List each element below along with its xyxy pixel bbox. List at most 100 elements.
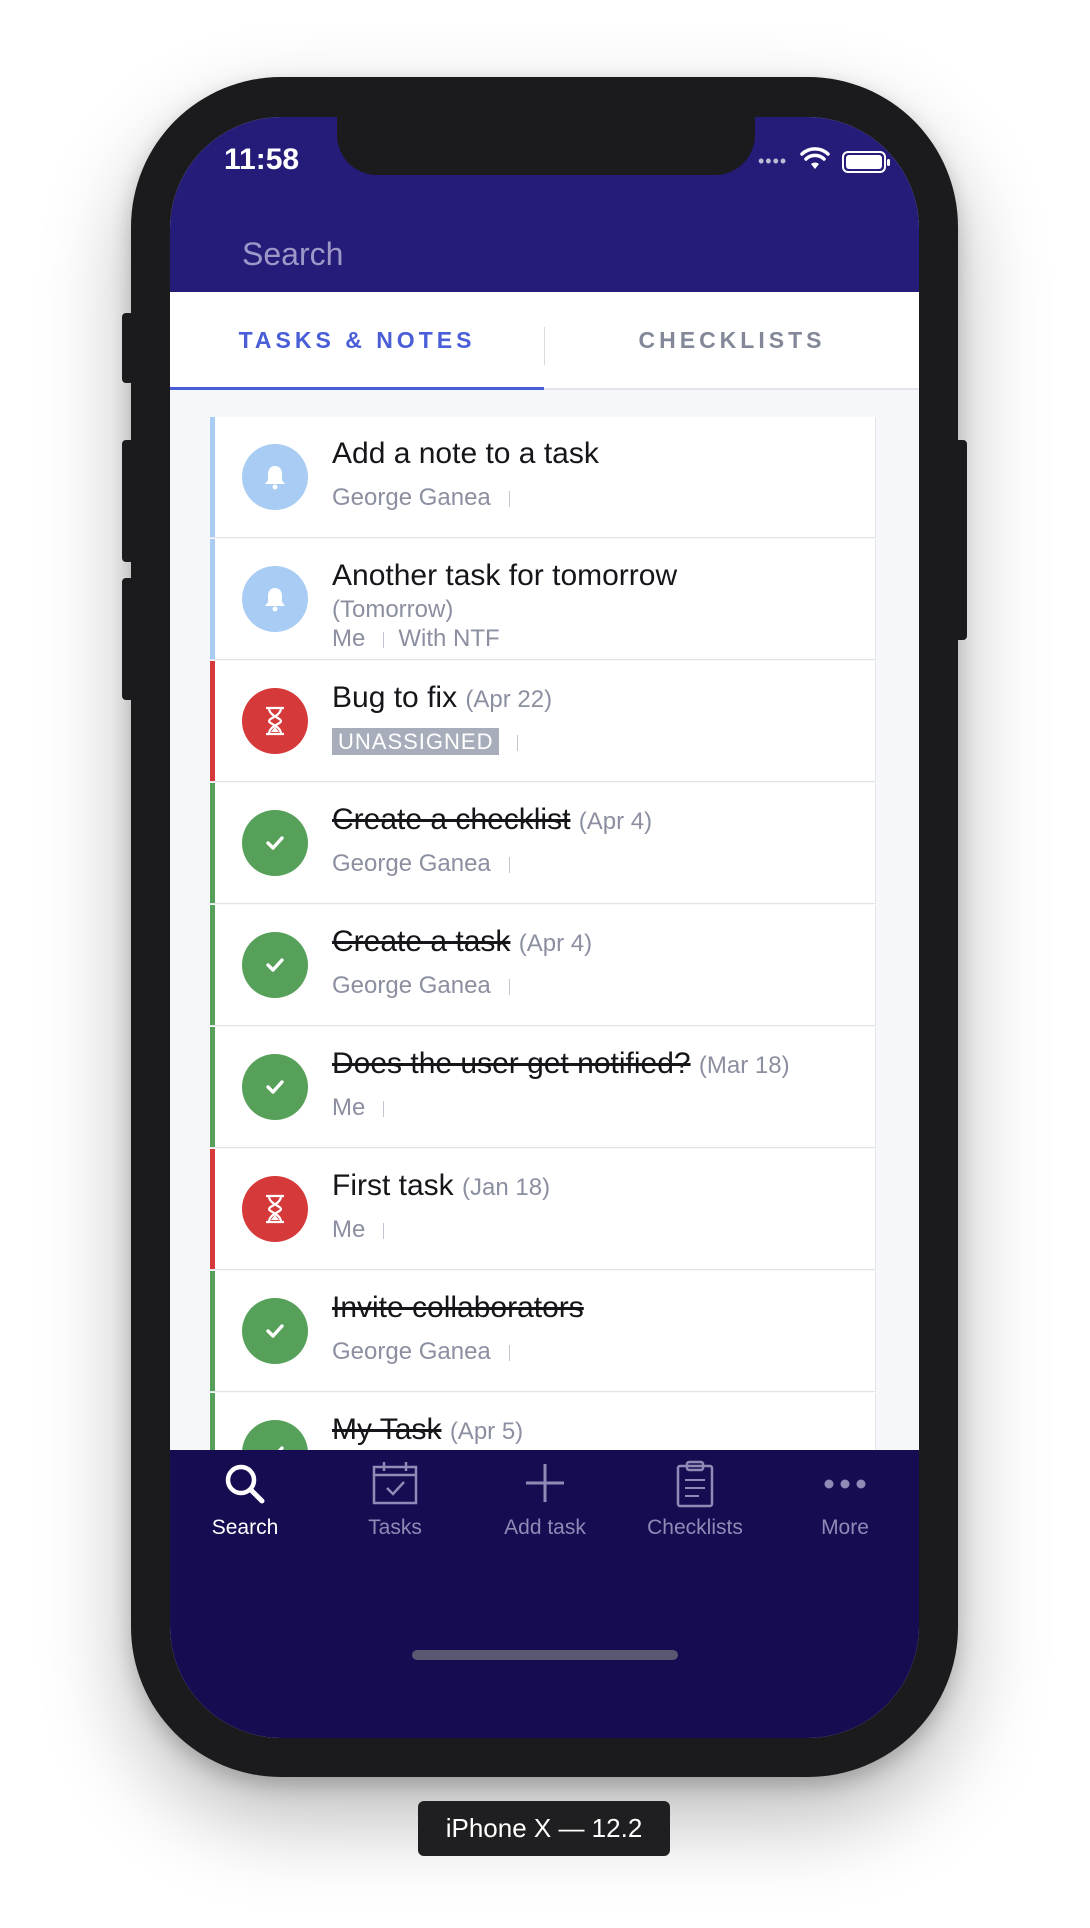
task-title: Create a checklist (Apr 4) bbox=[332, 803, 652, 837]
task-list: Add a note to a task George Ganea Another … bbox=[210, 417, 876, 1450]
task-row[interactable]: Add a note to a task George Ganea bbox=[210, 417, 876, 538]
meta-separator bbox=[508, 856, 510, 873]
nav-label: More bbox=[821, 1516, 869, 1539]
task-date: (Apr 4) bbox=[518, 930, 593, 957]
task-subtitle: (Tomorrow) bbox=[332, 596, 454, 623]
status-bar-indicator bbox=[210, 1027, 215, 1147]
task-title-text: Add a note to a task bbox=[332, 437, 599, 470]
task-row[interactable]: Invite collaborators George Ganea bbox=[210, 1271, 876, 1392]
task-date: (Jan 18) bbox=[462, 1174, 551, 1201]
nav-tasks[interactable]: Tasks bbox=[320, 1450, 470, 1560]
task-row[interactable]: Create a checklist (Apr 4) George Ganea bbox=[210, 783, 876, 904]
check-icon[interactable] bbox=[242, 1420, 308, 1450]
tab-tasks-notes[interactable]: TASKS & NOTES bbox=[170, 292, 544, 390]
nav-more[interactable]: More bbox=[770, 1450, 919, 1560]
task-row[interactable]: Create a task (Apr 4) George Ganea bbox=[210, 905, 876, 1026]
task-row[interactable]: My Task (Apr 5)George Ganea bbox=[210, 1393, 876, 1450]
search-input[interactable] bbox=[240, 229, 804, 279]
meta-separator bbox=[383, 631, 385, 648]
notch bbox=[337, 117, 755, 175]
task-title-text: My Task bbox=[332, 1413, 442, 1446]
phone-power-button bbox=[955, 440, 967, 640]
task-assignee: Me bbox=[332, 1216, 366, 1243]
nav-search[interactable]: Search bbox=[170, 1450, 320, 1560]
status-bar-indicator bbox=[210, 905, 215, 1025]
nav-label: Tasks bbox=[368, 1516, 422, 1539]
status-bar-indicator bbox=[210, 417, 215, 537]
home-indicator bbox=[412, 1650, 678, 1660]
status-bar-indicator bbox=[210, 1271, 215, 1391]
device-label: iPhone X — 12.2 bbox=[418, 1801, 670, 1856]
app-screen: 11:58 •••• TASKS & NOTES CHECKLISTS Add … bbox=[170, 117, 919, 1738]
task-title: Bug to fix (Apr 22) bbox=[332, 681, 552, 715]
battery-icon bbox=[842, 151, 890, 173]
clipboard-icon bbox=[675, 1460, 715, 1513]
task-title: Does the user get notified? (Mar 18) bbox=[332, 1047, 790, 1081]
task-title-text: Does the user get notified? bbox=[332, 1047, 691, 1080]
task-meta: Me With NTF bbox=[332, 625, 500, 653]
status-bar-indicator bbox=[210, 661, 215, 781]
task-assignee: George Ganea bbox=[332, 484, 491, 511]
nav-checklists[interactable]: Checklists bbox=[620, 1450, 770, 1560]
calendar-check-icon bbox=[370, 1460, 420, 1511]
task-note: With NTF bbox=[398, 625, 500, 652]
wifi-icon bbox=[800, 147, 830, 169]
task-row[interactable]: Does the user get notified? (Mar 18) Me bbox=[210, 1027, 876, 1148]
task-row[interactable]: Bug to fix (Apr 22) UNASSIGNED bbox=[210, 661, 876, 782]
meta-separator bbox=[508, 490, 510, 507]
nav-label: Search bbox=[211, 1516, 279, 1539]
status-bar-indicator bbox=[210, 1393, 215, 1450]
hourglass-icon[interactable] bbox=[242, 1176, 308, 1242]
meta-separator bbox=[508, 1344, 510, 1361]
signal-icon: •••• bbox=[758, 151, 788, 171]
search-icon bbox=[221, 1460, 269, 1513]
hourglass-icon[interactable] bbox=[242, 688, 308, 754]
check-icon[interactable] bbox=[242, 932, 308, 998]
status-bar-indicator bbox=[210, 783, 215, 903]
task-title-text: Another task for tomorrow bbox=[332, 559, 678, 592]
unassigned-badge: UNASSIGNED bbox=[332, 728, 500, 755]
task-date: (Mar 18) bbox=[698, 1052, 790, 1079]
nav-label: Add task bbox=[504, 1516, 586, 1539]
meta-separator bbox=[383, 1100, 385, 1117]
task-meta: Me bbox=[332, 1094, 398, 1122]
task-assignee: Me bbox=[332, 625, 366, 652]
plus-icon bbox=[522, 1460, 568, 1511]
status-time: 11:58 bbox=[224, 143, 300, 176]
task-title: First task (Jan 18) bbox=[332, 1169, 550, 1203]
bottom-nav: Search Tasks Add task Checklists More bbox=[170, 1450, 919, 1738]
check-icon[interactable] bbox=[242, 1298, 308, 1364]
meta-separator bbox=[517, 734, 519, 751]
meta-separator bbox=[508, 978, 510, 995]
task-title-text: First task bbox=[332, 1169, 454, 1202]
task-meta: George Ganea bbox=[332, 1338, 524, 1366]
bell-icon[interactable] bbox=[242, 444, 308, 510]
nav-add-task[interactable]: Add task bbox=[470, 1450, 620, 1560]
task-row[interactable]: First task (Jan 18) Me bbox=[210, 1149, 876, 1270]
check-icon[interactable] bbox=[242, 810, 308, 876]
task-date: (Apr 22) bbox=[465, 686, 553, 713]
task-row[interactable]: Another task for tomorrow (Tomorrow) Me Wit… bbox=[210, 539, 876, 660]
task-meta: George Ganea bbox=[332, 850, 524, 878]
task-title-text: Invite collaborators bbox=[332, 1291, 584, 1324]
tab-checklists[interactable]: CHECKLISTS bbox=[545, 292, 919, 388]
task-assignee: George Ganea bbox=[332, 972, 491, 999]
task-title-text: Create a task bbox=[332, 925, 511, 958]
task-assignee: George Ganea bbox=[332, 1338, 491, 1365]
task-title: My Task (Apr 5) bbox=[332, 1413, 523, 1447]
task-title: Another task for tomorrow bbox=[332, 559, 677, 593]
check-icon[interactable] bbox=[242, 1054, 308, 1120]
nav-label: Checklists bbox=[647, 1516, 743, 1539]
task-date: (Apr 5) bbox=[449, 1418, 524, 1445]
task-title: Invite collaborators bbox=[332, 1291, 584, 1325]
task-meta: Me bbox=[332, 1216, 398, 1244]
task-assignee: Me bbox=[332, 1094, 366, 1121]
bell-icon[interactable] bbox=[242, 566, 308, 632]
phone-volume-up bbox=[122, 440, 134, 562]
task-title: Create a task (Apr 4) bbox=[332, 925, 592, 959]
phone-volume-down bbox=[122, 578, 134, 700]
status-bar: 11:58 •••• bbox=[170, 117, 919, 217]
search-bar bbox=[170, 217, 919, 292]
more-icon bbox=[821, 1460, 869, 1513]
tab-bar: TASKS & NOTES CHECKLISTS bbox=[170, 292, 919, 390]
